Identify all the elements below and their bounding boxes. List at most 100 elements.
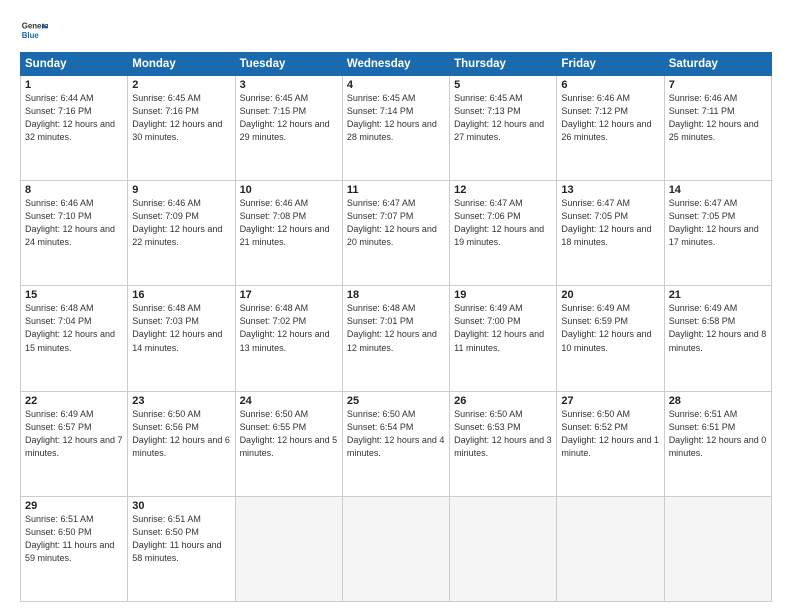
day-info: Sunrise: 6:48 AM Sunset: 7:03 PM Dayligh… [132,302,230,354]
weekday-header-saturday: Saturday [664,53,771,76]
calendar-cell-14: 14Sunrise: 6:47 AM Sunset: 7:05 PM Dayli… [664,181,771,286]
day-info: Sunrise: 6:50 AM Sunset: 6:55 PM Dayligh… [240,408,338,460]
calendar-cell-18: 18Sunrise: 6:48 AM Sunset: 7:01 PM Dayli… [342,286,449,391]
calendar-cell-2: 2Sunrise: 6:45 AM Sunset: 7:16 PM Daylig… [128,76,235,181]
day-info: Sunrise: 6:48 AM Sunset: 7:02 PM Dayligh… [240,302,338,354]
calendar-cell-16: 16Sunrise: 6:48 AM Sunset: 7:03 PM Dayli… [128,286,235,391]
calendar-week-1: 8Sunrise: 6:46 AM Sunset: 7:10 PM Daylig… [21,181,772,286]
day-info: Sunrise: 6:50 AM Sunset: 6:53 PM Dayligh… [454,408,552,460]
calendar-table: SundayMondayTuesdayWednesdayThursdayFrid… [20,52,772,602]
day-info: Sunrise: 6:46 AM Sunset: 7:10 PM Dayligh… [25,197,123,249]
day-info: Sunrise: 6:47 AM Sunset: 7:05 PM Dayligh… [669,197,767,249]
day-info: Sunrise: 6:45 AM Sunset: 7:14 PM Dayligh… [347,92,445,144]
calendar-cell-28: 28Sunrise: 6:51 AM Sunset: 6:51 PM Dayli… [664,391,771,496]
calendar-cell-17: 17Sunrise: 6:48 AM Sunset: 7:02 PM Dayli… [235,286,342,391]
day-number: 28 [669,395,767,407]
day-number: 11 [347,184,445,196]
weekday-header-thursday: Thursday [450,53,557,76]
calendar-cell-27: 27Sunrise: 6:50 AM Sunset: 6:52 PM Dayli… [557,391,664,496]
day-number: 17 [240,289,338,301]
calendar-cell-6: 6Sunrise: 6:46 AM Sunset: 7:12 PM Daylig… [557,76,664,181]
weekday-header-tuesday: Tuesday [235,53,342,76]
day-number: 2 [132,79,230,91]
day-number: 1 [25,79,123,91]
day-number: 22 [25,395,123,407]
calendar-cell-21: 21Sunrise: 6:49 AM Sunset: 6:58 PM Dayli… [664,286,771,391]
day-number: 29 [25,500,123,512]
day-number: 30 [132,500,230,512]
calendar-cell-5: 5Sunrise: 6:45 AM Sunset: 7:13 PM Daylig… [450,76,557,181]
day-info: Sunrise: 6:50 AM Sunset: 6:54 PM Dayligh… [347,408,445,460]
calendar-cell-13: 13Sunrise: 6:47 AM Sunset: 7:05 PM Dayli… [557,181,664,286]
calendar-cell-12: 12Sunrise: 6:47 AM Sunset: 7:06 PM Dayli… [450,181,557,286]
calendar-week-4: 29Sunrise: 6:51 AM Sunset: 6:50 PM Dayli… [21,496,772,601]
calendar-cell-9: 9Sunrise: 6:46 AM Sunset: 7:09 PM Daylig… [128,181,235,286]
day-info: Sunrise: 6:46 AM Sunset: 7:08 PM Dayligh… [240,197,338,249]
calendar-cell-22: 22Sunrise: 6:49 AM Sunset: 6:57 PM Dayli… [21,391,128,496]
svg-text:Blue: Blue [22,31,40,40]
calendar-week-3: 22Sunrise: 6:49 AM Sunset: 6:57 PM Dayli… [21,391,772,496]
calendar-week-0: 1Sunrise: 6:44 AM Sunset: 7:16 PM Daylig… [21,76,772,181]
day-info: Sunrise: 6:49 AM Sunset: 6:57 PM Dayligh… [25,408,123,460]
day-number: 16 [132,289,230,301]
calendar-cell-15: 15Sunrise: 6:48 AM Sunset: 7:04 PM Dayli… [21,286,128,391]
calendar-cell-24: 24Sunrise: 6:50 AM Sunset: 6:55 PM Dayli… [235,391,342,496]
calendar-cell-20: 20Sunrise: 6:49 AM Sunset: 6:59 PM Dayli… [557,286,664,391]
calendar-cell-1: 1Sunrise: 6:44 AM Sunset: 7:16 PM Daylig… [21,76,128,181]
day-info: Sunrise: 6:45 AM Sunset: 7:13 PM Dayligh… [454,92,552,144]
day-info: Sunrise: 6:46 AM Sunset: 7:11 PM Dayligh… [669,92,767,144]
day-info: Sunrise: 6:44 AM Sunset: 7:16 PM Dayligh… [25,92,123,144]
day-info: Sunrise: 6:46 AM Sunset: 7:09 PM Dayligh… [132,197,230,249]
day-number: 6 [561,79,659,91]
day-number: 10 [240,184,338,196]
day-info: Sunrise: 6:45 AM Sunset: 7:15 PM Dayligh… [240,92,338,144]
calendar-cell-31 [235,496,342,601]
day-number: 24 [240,395,338,407]
weekday-header-sunday: Sunday [21,53,128,76]
calendar-cell-33 [450,496,557,601]
calendar-cell-11: 11Sunrise: 6:47 AM Sunset: 7:07 PM Dayli… [342,181,449,286]
calendar-cell-26: 26Sunrise: 6:50 AM Sunset: 6:53 PM Dayli… [450,391,557,496]
calendar-cell-4: 4Sunrise: 6:45 AM Sunset: 7:14 PM Daylig… [342,76,449,181]
calendar-cell-7: 7Sunrise: 6:46 AM Sunset: 7:11 PM Daylig… [664,76,771,181]
day-info: Sunrise: 6:47 AM Sunset: 7:07 PM Dayligh… [347,197,445,249]
day-number: 18 [347,289,445,301]
calendar-cell-19: 19Sunrise: 6:49 AM Sunset: 7:00 PM Dayli… [450,286,557,391]
calendar-cell-10: 10Sunrise: 6:46 AM Sunset: 7:08 PM Dayli… [235,181,342,286]
page: General Blue SundayMondayTuesdayWednesda… [0,0,792,612]
calendar-week-2: 15Sunrise: 6:48 AM Sunset: 7:04 PM Dayli… [21,286,772,391]
day-info: Sunrise: 6:51 AM Sunset: 6:50 PM Dayligh… [25,513,123,565]
day-number: 20 [561,289,659,301]
day-number: 25 [347,395,445,407]
day-info: Sunrise: 6:51 AM Sunset: 6:50 PM Dayligh… [132,513,230,565]
day-number: 19 [454,289,552,301]
day-info: Sunrise: 6:50 AM Sunset: 6:52 PM Dayligh… [561,408,659,460]
day-info: Sunrise: 6:46 AM Sunset: 7:12 PM Dayligh… [561,92,659,144]
day-number: 7 [669,79,767,91]
day-number: 13 [561,184,659,196]
logo-icon: General Blue [20,16,48,44]
calendar-cell-34 [557,496,664,601]
calendar-cell-35 [664,496,771,601]
day-number: 12 [454,184,552,196]
day-info: Sunrise: 6:48 AM Sunset: 7:04 PM Dayligh… [25,302,123,354]
header: General Blue [20,16,772,44]
day-number: 4 [347,79,445,91]
logo: General Blue [20,16,48,44]
day-info: Sunrise: 6:47 AM Sunset: 7:05 PM Dayligh… [561,197,659,249]
calendar-cell-30: 30Sunrise: 6:51 AM Sunset: 6:50 PM Dayli… [128,496,235,601]
day-number: 5 [454,79,552,91]
day-number: 26 [454,395,552,407]
day-number: 27 [561,395,659,407]
day-number: 14 [669,184,767,196]
weekday-header-wednesday: Wednesday [342,53,449,76]
calendar-cell-25: 25Sunrise: 6:50 AM Sunset: 6:54 PM Dayli… [342,391,449,496]
day-info: Sunrise: 6:49 AM Sunset: 6:58 PM Dayligh… [669,302,767,354]
day-number: 21 [669,289,767,301]
weekday-header-friday: Friday [557,53,664,76]
day-info: Sunrise: 6:51 AM Sunset: 6:51 PM Dayligh… [669,408,767,460]
day-number: 9 [132,184,230,196]
calendar-cell-8: 8Sunrise: 6:46 AM Sunset: 7:10 PM Daylig… [21,181,128,286]
day-number: 8 [25,184,123,196]
day-info: Sunrise: 6:48 AM Sunset: 7:01 PM Dayligh… [347,302,445,354]
